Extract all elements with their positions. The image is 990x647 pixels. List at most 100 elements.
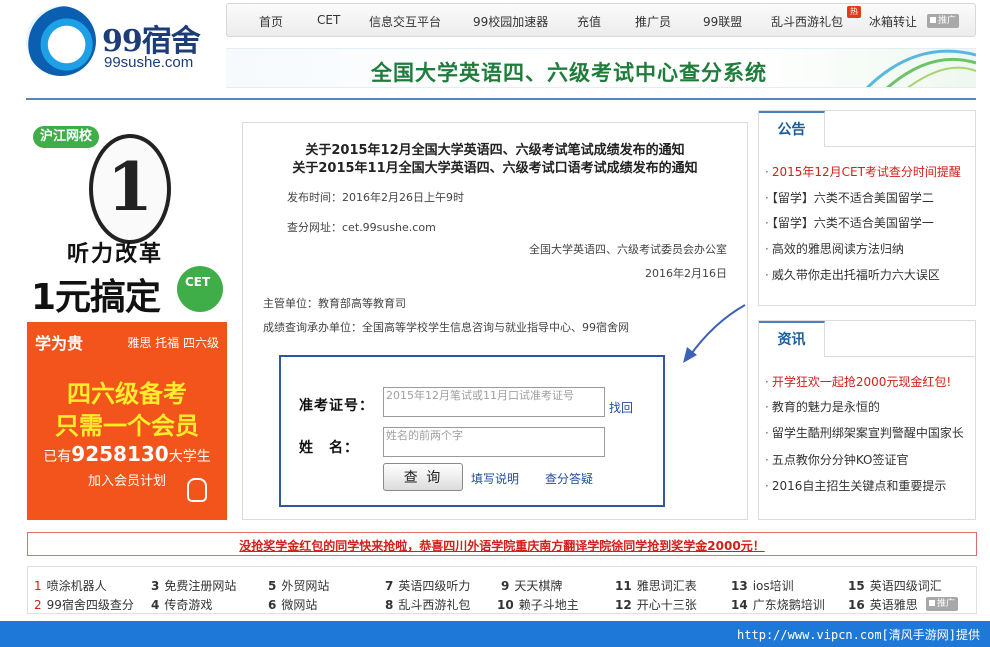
coin-digit: 1 [107,148,153,226]
link-label: 喷涂机器人 [46,579,107,593]
link-label: 开心十三张 [636,598,697,612]
link-item[interactable]: 4 传奇游戏 [151,596,212,613]
link-item[interactable]: 5 外贸网站 [268,577,329,594]
query-button[interactable]: 查 询 [383,463,463,491]
link-label: 天天棋牌 [514,579,563,593]
find-id-link[interactable]: 找回 [609,399,633,416]
link-number: 14 [731,598,748,612]
authority: 主管单位：教育部高等教育司 [263,297,406,310]
link-label: 英语四级词汇 [869,579,942,593]
link-item[interactable]: 2 99宿舍四级查分 [34,596,134,613]
link-item[interactable]: 8 乱斗西游礼包 [385,596,470,613]
bullet-icon: · [765,165,769,179]
link-label: 微网站 [281,598,318,612]
tab-news[interactable]: 资讯 [759,321,825,357]
bullet-icon: · [765,216,769,230]
link-item[interactable]: 10 赖子斗地主 [497,596,579,613]
announcement-item[interactable]: · 2015年12月CET考试查分时间提醒 [765,163,961,180]
bullet-icon: · [765,453,769,467]
link-number: 3 [151,579,160,593]
left-ad-banner[interactable]: 沪江网校 1 听力改革 1元搞定 CET 学为贵 雅思 托福 四六级 四六级备考… [27,122,227,520]
link-item[interactable]: 13 ios培训 [731,577,794,594]
ad-lower-brand: 学为贵 [35,334,84,353]
news-item[interactable]: · 留学生酷刑绑架案宣判警醒中国家长 [765,424,964,441]
friend-links: 1 喷涂机器人 3 免费注册网站 5 外贸网站 7 英语四级听力 9 天天棋牌 11 雅思词… [27,566,977,614]
notice-title-oral[interactable]: 关于2015年11月全国大学英语四、六级考试口语考试成绩发布的通知 [243,157,747,176]
help-link[interactable]: 填写说明 [471,470,519,487]
exam-id-input[interactable] [383,387,605,417]
link-item[interactable]: 15 英语四级词汇 [848,577,942,594]
news-item[interactable]: · 2016自主招生关键点和重要提示 [765,477,946,494]
link-item[interactable]: 11 雅思词汇表 [615,577,697,594]
link-label: 传奇游戏 [164,598,213,612]
title-banner: 全国大学英语四、六级考试中心查分系统 [226,48,976,88]
news-item-label: 开学狂欢一起抢2000元现金红包! [771,375,952,389]
link-item[interactable]: 1 喷涂机器人 [34,577,107,594]
link-item[interactable]: 14 广东烧鹅培训 [731,596,825,613]
nav-item-game-gift[interactable]: 乱斗西游礼包 [771,13,843,30]
link-number: 2 [34,598,42,612]
tab-announcements[interactable]: 公告 [759,111,825,147]
lock-icon [930,17,936,23]
name-input[interactable] [383,427,605,457]
nav-ad-tag: 推广 [927,14,960,28]
hujiang-brand: 沪江网校 [33,126,100,148]
red-envelope-ticker: 没抢奖学金红包的同学快来抢啦，恭喜四川外语学院重庆南方翻译学院徐同学抢到奖学金2… [27,532,977,556]
site-logo[interactable]: 99宿舍 99sushe.com [26,6,216,76]
nav-item-promoter[interactable]: 推广员 [635,13,671,30]
query-url: 查分网址：cet.99sushe.com [287,221,436,234]
operator: 成绩查询承办单位：全国高等学校学生信息咨询与就业指导中心、99宿舍网 [263,321,629,334]
bullet-icon: · [765,426,769,440]
announcement-item[interactable]: · 威久带你走出托福听力六大误区 [765,266,940,283]
publish-time: 发布时间：2016年2月26日上午9时 [287,191,464,204]
link-item[interactable]: 16 英语雅思 [848,596,918,613]
coin-icon: 1 [89,134,171,244]
link-item[interactable]: 12 开心十三张 [615,596,697,613]
nav-item-home[interactable]: 首页 [259,13,283,30]
link-label: 赖子斗地主 [518,598,579,612]
link-number: 9 [501,579,510,593]
news-item[interactable]: · 教育的魅力是永恒的 [765,398,880,415]
left-ad-bottom: 学为贵 雅思 托福 四六级 四六级备考 只需一个会员 已有9258130大学生 … [27,322,227,520]
notice-title-written[interactable]: 关于2015年12月全国大学英语四、六级考试笔试成绩发布的通知 [243,139,747,158]
ad-lower-tags: 雅思 托福 四六级 [127,336,219,350]
news-item-label: 五点教你分分钟KO签证官 [771,453,909,467]
banner-swirl-icon [865,49,976,87]
lock-icon [929,600,935,606]
pointer-arrow-icon [683,304,746,363]
announcement-item[interactable]: · 【留学】六类不适合美国留学二 [765,189,934,206]
link-label: 免费注册网站 [164,579,237,593]
ad-count-number: 9258130 [71,442,169,466]
logo-domain: 99sushe.com [104,54,194,71]
link-item[interactable]: 6 微网站 [268,596,317,613]
ad-headline-2: 1元搞定 [31,277,161,318]
news-item[interactable]: · 开学狂欢一起抢2000元现金红包! [765,373,951,390]
bullet-icon: · [765,242,769,256]
nav-item-alliance[interactable]: 99联盟 [703,13,742,30]
bullet-icon: · [765,268,769,282]
left-ad-top: 沪江网校 1 听力改革 1元搞定 CET [27,122,227,322]
nav-item-fridge[interactable]: 冰箱转让 [869,13,917,30]
query-form: 准考证号： 找回 姓 名： 查 询 填写说明 查分答疑 [279,355,665,507]
link-label: 英语四级听力 [398,579,471,593]
news-item[interactable]: · 五点教你分分钟KO签证官 [765,451,909,468]
announcement-item[interactable]: · 高效的雅思阅读方法归纳 [765,240,904,257]
link-item[interactable]: 3 免费注册网站 [151,577,236,594]
nav-item-accelerator[interactable]: 99校园加速器 [473,13,548,30]
link-number: 8 [385,598,394,612]
announcement-item[interactable]: · 【留学】六类不适合美国留学一 [765,214,934,231]
link-item[interactable]: 9 天天棋牌 [501,577,562,594]
faq-link[interactable]: 查分答疑 [545,470,593,487]
nav-item-info-platform[interactable]: 信息交互平台 [369,13,441,30]
news-item-label: 教育的魅力是永恒的 [771,400,880,414]
nav-item-recharge[interactable]: 充值 [577,13,601,30]
hot-badge: 热 [847,6,861,18]
links-ad-tag-label: 推广 [937,599,956,609]
footer-credit: http://www.vipcn.com[清风手游网]提供 [737,628,980,642]
link-label: 英语雅思 [869,598,918,612]
cursor-click-icon: CET [177,266,223,312]
nav-item-cet[interactable]: CET [317,13,340,27]
bullet-icon: · [765,375,769,389]
name-label: 姓 名： [299,440,359,456]
link-item[interactable]: 7 英语四级听力 [385,577,470,594]
